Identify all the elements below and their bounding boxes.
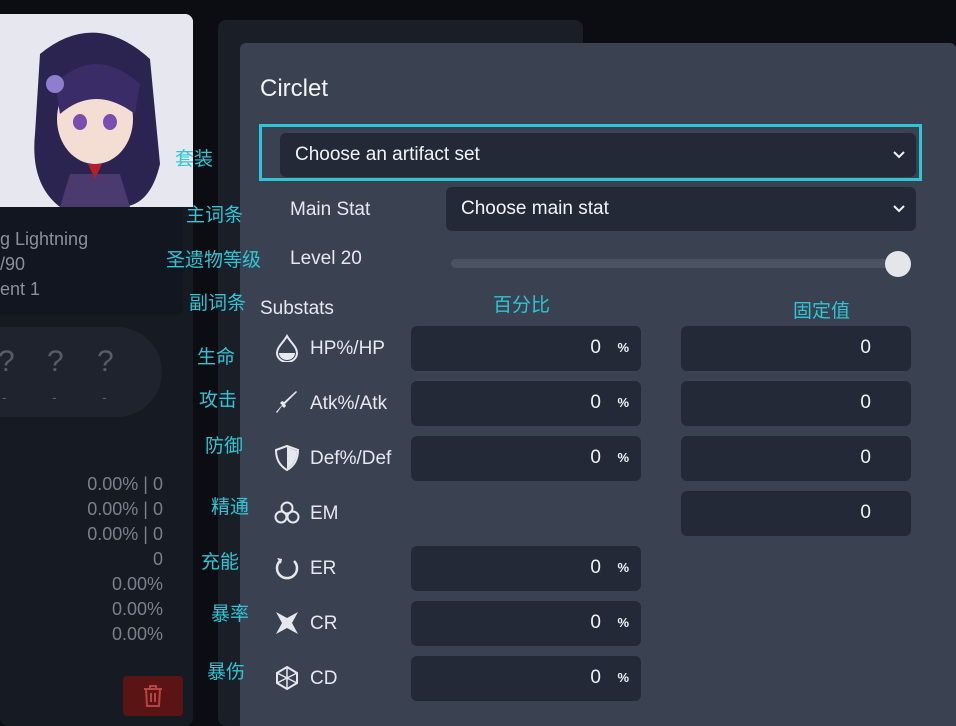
substat-name: ER bbox=[310, 558, 337, 579]
chevron-down-icon bbox=[893, 205, 905, 213]
artifact-set-select[interactable]: Choose an artifact set bbox=[280, 133, 916, 177]
atk-percent-input[interactable]: 0 % bbox=[411, 381, 641, 426]
substat-name: CR bbox=[310, 613, 338, 634]
percent-symbol: % bbox=[617, 450, 629, 465]
annotation-percent-col: 百分比 bbox=[493, 295, 551, 316]
def-percent-value: 0 bbox=[590, 447, 601, 468]
hp-percent-value: 0 bbox=[590, 337, 601, 358]
weapon-level: /90 bbox=[0, 254, 26, 274]
energy-recharge-icon bbox=[275, 558, 299, 580]
cr-percent-value: 0 bbox=[590, 612, 601, 633]
stat-line: 0.00% bbox=[111, 599, 163, 619]
delete-button[interactable] bbox=[123, 676, 183, 716]
hp-flat-value: 0 bbox=[860, 337, 871, 358]
level-label: Level 20 bbox=[290, 248, 362, 269]
hp-flat-input[interactable]: 0 bbox=[681, 326, 911, 371]
artifact-set-select-value: Choose an artifact set bbox=[295, 144, 480, 165]
substat-name: HP%/HP bbox=[310, 338, 385, 359]
cd-percent-value: 0 bbox=[590, 667, 601, 688]
artifact-slot[interactable]: ? bbox=[97, 345, 114, 379]
annotation-level: 圣遗物等级 bbox=[166, 250, 262, 271]
em-flat-value: 0 bbox=[860, 502, 871, 523]
substat-name: Def%/Def bbox=[310, 448, 392, 469]
def-percent-input[interactable]: 0 % bbox=[411, 436, 641, 481]
weapon-refine: ent 1 bbox=[0, 279, 41, 299]
percent-symbol: % bbox=[617, 340, 629, 355]
annotation-def: 防御 bbox=[205, 436, 244, 457]
em-flat-input[interactable]: 0 bbox=[681, 491, 911, 536]
stat-line: 0 bbox=[152, 549, 163, 569]
atk-flat-value: 0 bbox=[860, 392, 871, 413]
er-percent-input[interactable]: 0 % bbox=[411, 546, 641, 591]
atk-flat-input[interactable]: 0 bbox=[681, 381, 911, 426]
percent-symbol: % bbox=[617, 615, 629, 630]
stat-line: 0.00% | 0 bbox=[87, 524, 163, 544]
cd-percent-input[interactable]: 0 % bbox=[411, 656, 641, 701]
def-flat-value: 0 bbox=[860, 447, 871, 468]
percent-symbol: % bbox=[617, 395, 629, 410]
main-stat-label: Main Stat bbox=[290, 199, 371, 220]
sword-icon bbox=[276, 391, 297, 413]
substat-name: EM bbox=[310, 503, 339, 524]
hp-drop-icon bbox=[275, 334, 299, 362]
stat-line: 0.00% | 0 bbox=[87, 499, 163, 519]
chevron-down-icon bbox=[893, 151, 905, 159]
stat-line: 0.00% bbox=[111, 574, 163, 594]
annotation-er: 充能 bbox=[201, 552, 240, 573]
stat-line: 0.00% bbox=[111, 624, 163, 644]
main-stat-select-value: Choose main stat bbox=[461, 198, 609, 219]
artifact-editor-modal: Circlet Choose an artifact set Main Stat… bbox=[240, 43, 956, 726]
character-portrait bbox=[0, 14, 193, 207]
crit-rate-icon bbox=[276, 612, 298, 634]
annotation-flat-col: 固定值 bbox=[793, 301, 851, 322]
percent-symbol: % bbox=[617, 560, 629, 575]
stat-line: 0.00% | 0 bbox=[87, 474, 163, 494]
annotation-cr: 暴率 bbox=[211, 604, 250, 625]
annotation-substats: 副词条 bbox=[189, 293, 247, 314]
artifact-slot[interactable]: ? bbox=[47, 345, 64, 379]
crit-damage-icon bbox=[276, 665, 298, 691]
modal-title: Circlet bbox=[260, 75, 329, 102]
weapon-name: g Lightning bbox=[0, 229, 89, 249]
annotation-main-stat: 主词条 bbox=[186, 205, 244, 226]
annotation-cd: 暴伤 bbox=[207, 662, 246, 683]
artifact-slot-dash: - bbox=[2, 389, 7, 405]
artifact-slot-dash: - bbox=[52, 389, 57, 405]
character-info: g Lightning /90 ent 1 bbox=[0, 207, 183, 315]
artifact-slot-dash: - bbox=[102, 389, 107, 405]
main-stat-select[interactable]: Choose main stat bbox=[446, 187, 916, 231]
level-slider-thumb[interactable] bbox=[885, 251, 911, 277]
hp-percent-input[interactable]: 0 % bbox=[411, 326, 641, 371]
em-rings-icon bbox=[274, 501, 300, 524]
annotation-em: 精通 bbox=[211, 497, 250, 518]
level-slider-track[interactable] bbox=[451, 259, 899, 268]
shield-icon bbox=[274, 444, 300, 472]
annotation-atk: 攻击 bbox=[199, 390, 238, 411]
def-flat-input[interactable]: 0 bbox=[681, 436, 911, 481]
percent-symbol: % bbox=[617, 670, 629, 685]
substats-label: Substats bbox=[260, 298, 334, 319]
er-percent-value: 0 bbox=[590, 557, 601, 578]
trash-icon bbox=[144, 685, 162, 707]
atk-percent-value: 0 bbox=[590, 392, 601, 413]
artifact-slot[interactable]: ? bbox=[0, 345, 15, 379]
character-portrait-image bbox=[0, 14, 193, 207]
annotation-set: 套装 bbox=[175, 149, 214, 170]
cr-percent-input[interactable]: 0 % bbox=[411, 601, 641, 646]
artifact-slot-row: ? ? ? - - - bbox=[0, 327, 162, 417]
substat-name: CD bbox=[310, 668, 338, 689]
substat-name: Atk%/Atk bbox=[310, 393, 388, 414]
annotation-hp: 生命 bbox=[197, 347, 236, 368]
